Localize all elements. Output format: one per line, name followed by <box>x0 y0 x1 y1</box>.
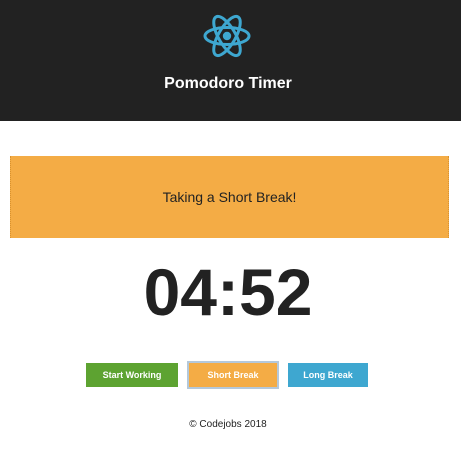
app-title: Pomodoro Timer <box>164 75 292 92</box>
short-break-button[interactable]: Short Break <box>187 361 279 389</box>
timer-display: 04:52 <box>143 255 313 329</box>
app-header: Pomodoro Timer <box>0 0 461 121</box>
status-message: Taking a Short Break! <box>162 189 297 205</box>
react-atom-icon <box>203 14 251 58</box>
footer-copyright: © Codejobs 2018 <box>189 419 267 430</box>
long-break-button[interactable]: Long Break <box>288 363 368 387</box>
start-working-button[interactable]: Start Working <box>86 363 178 387</box>
status-banner: Taking a Short Break! <box>10 156 449 238</box>
